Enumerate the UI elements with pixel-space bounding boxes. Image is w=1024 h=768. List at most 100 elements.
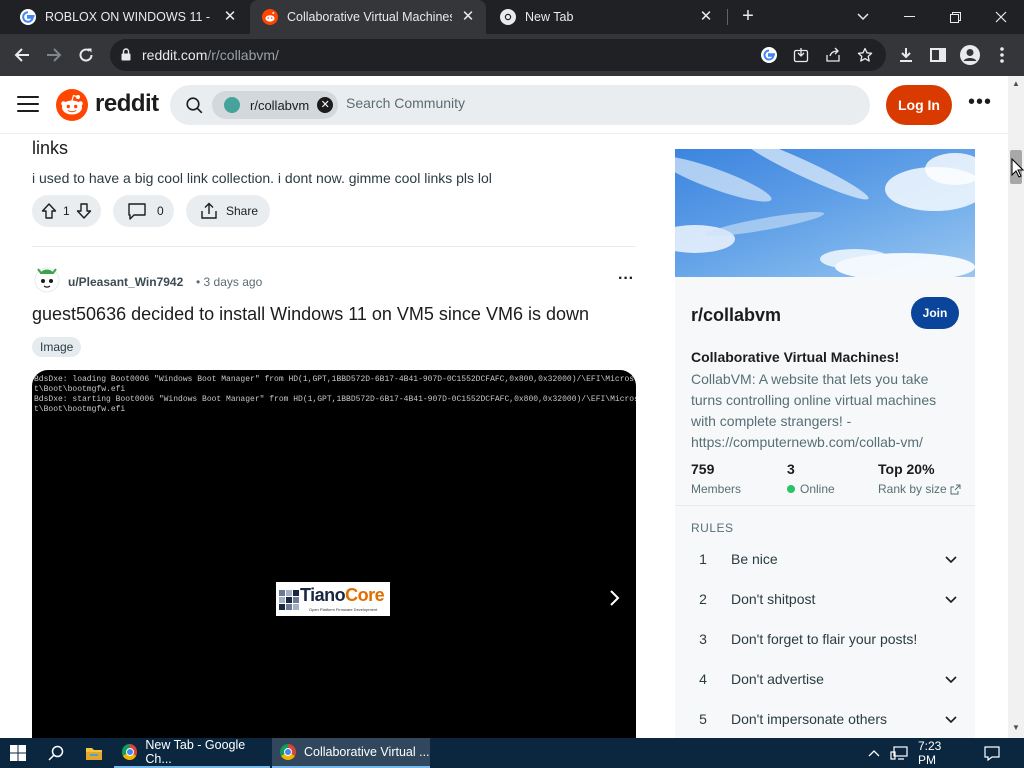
url-host: reddit.com (142, 47, 208, 63)
downvote-icon[interactable] (75, 202, 93, 220)
tab-close-icon[interactable]: ✕ (460, 9, 476, 25)
community-avatar-icon (224, 97, 240, 113)
chevron-down-icon (945, 716, 957, 724)
notification-center-icon[interactable] (980, 738, 1004, 768)
reddit-icon (262, 9, 278, 25)
forward-arrow-icon[interactable] (42, 43, 66, 67)
back-arrow-icon[interactable] (10, 43, 34, 67)
minimize-icon[interactable] (886, 0, 932, 34)
login-button[interactable]: Log In (886, 85, 952, 125)
search-icon (186, 97, 203, 114)
rule-item: 3 Don't forget to flair your posts! (691, 619, 959, 659)
rule-number: 1 (699, 551, 707, 567)
community-filter-chip[interactable]: r/collabvm ✕ (212, 91, 338, 119)
tray-chevron-up-icon[interactable] (864, 738, 884, 768)
profile-icon[interactable] (958, 43, 982, 67)
tab-new-tab[interactable]: New Tab ✕ (488, 0, 724, 34)
tab-roblox[interactable]: ROBLOX ON WINDOWS 11 - Goo ✕ (8, 0, 248, 34)
share-icon (201, 202, 217, 219)
tab-collabvm[interactable]: Collaborative Virtual Machines! ✕ (250, 0, 486, 34)
lock-icon (121, 48, 131, 61)
clear-chip-icon[interactable]: ✕ (317, 97, 334, 113)
comment-count: 0 (157, 204, 164, 218)
next-image-chevron-icon[interactable] (604, 586, 624, 610)
close-window-icon[interactable] (978, 0, 1024, 34)
stat-label-row[interactable]: Rank by size (878, 482, 961, 496)
mouse-cursor-icon (1011, 158, 1024, 178)
rule-number: 2 (699, 591, 707, 607)
address-bar[interactable]: reddit.com/r/collabvm/ (110, 39, 886, 71)
tab-title: ROBLOX ON WINDOWS 11 - Goo (45, 10, 214, 24)
windows-start-icon[interactable] (0, 738, 36, 768)
post-image[interactable]: BdsDxe: loading Boot0006 "Windows Boot M… (32, 370, 636, 738)
google-lens-icon[interactable] (761, 47, 777, 63)
header-more-icon[interactable]: ••• (965, 92, 995, 118)
vote-count: 1 (63, 204, 70, 218)
post-time: • 3 days ago (196, 275, 263, 289)
tianocore-word-b: Core (345, 585, 385, 605)
side-panel-icon[interactable] (926, 43, 950, 67)
boot-line: t\Boot\bootmgfw.efi (34, 405, 126, 414)
main-content: links i used to have a big cool link col… (0, 134, 1008, 738)
tab-close-icon[interactable]: ✕ (222, 9, 238, 25)
boot-log-text: BdsDxe: loading Boot0006 "Windows Boot M… (34, 375, 636, 415)
upvote-icon[interactable] (40, 202, 58, 220)
scroll-down-arrow-icon[interactable]: ▼ (1012, 724, 1020, 732)
tab-title: Collaborative Virtual Machines! (287, 10, 452, 24)
reddit-logo-icon[interactable] (56, 89, 88, 121)
user-avatar[interactable] (32, 264, 62, 294)
file-explorer-icon[interactable] (76, 738, 112, 768)
tab-search-chevron-icon[interactable] (840, 0, 886, 34)
tianocore-word-a: Tiano (300, 585, 346, 605)
reddit-header: reddit r/collabvm ✕ Log In ••• (0, 76, 1008, 134)
comments-button[interactable]: 0 (113, 195, 174, 227)
rule-item[interactable]: 4 Don't advertise (691, 659, 959, 699)
taskbar-app-new-tab[interactable]: New Tab - Google Ch... (114, 738, 270, 768)
share-page-icon[interactable] (825, 47, 841, 63)
post-options-icon[interactable]: ··· (612, 268, 640, 296)
search-input[interactable] (346, 95, 746, 111)
new-tab-plus-icon[interactable]: + (738, 6, 758, 27)
taskbar-clock[interactable]: 7:23 PM (918, 738, 962, 768)
reload-icon[interactable] (74, 43, 98, 67)
restore-icon[interactable] (932, 0, 978, 34)
tab-close-icon[interactable]: ✕ (698, 9, 714, 25)
join-button[interactable]: Join (911, 297, 959, 329)
rule-item[interactable]: 2 Don't shitpost (691, 579, 959, 619)
stat-value: Top 20% (878, 461, 935, 477)
post-author[interactable]: u/Pleasant_Win7942 (68, 275, 183, 289)
chrome-icon (280, 744, 296, 760)
post-title[interactable]: guest50636 decided to install Windows 11… (32, 304, 589, 325)
rule-item[interactable]: 1 Be nice (691, 539, 959, 579)
url-path: /r/collabvm/ (207, 47, 279, 63)
scroll-up-arrow-icon[interactable]: ▲ (1012, 80, 1020, 88)
external-link-icon (950, 484, 961, 494)
post-title[interactable]: links (32, 138, 68, 159)
search-bar[interactable]: r/collabvm ✕ (170, 85, 870, 125)
taskbar-app-collabvm[interactable]: Collaborative Virtual ... (272, 738, 430, 768)
rule-text: Be nice (731, 551, 778, 567)
chrome-icon (122, 744, 138, 760)
browser-tab-strip: ROBLOX ON WINDOWS 11 - Goo ✕ Collaborati… (0, 0, 1024, 34)
rule-item[interactable]: 5 Don't impersonate others (691, 699, 959, 738)
bookmark-star-icon[interactable] (857, 47, 873, 63)
tab-separator (727, 9, 728, 25)
taskbar-search-icon[interactable] (38, 738, 74, 768)
community-banner (675, 149, 975, 277)
stat-online: 3 Online (787, 461, 835, 496)
post-flair[interactable]: Image (32, 337, 82, 357)
hamburger-menu-icon[interactable] (17, 96, 39, 114)
install-app-icon[interactable] (793, 47, 809, 63)
community-name: r/collabvm (691, 305, 782, 325)
url-text: reddit.com/r/collabvm/ (142, 47, 279, 63)
network-icon[interactable] (888, 738, 910, 768)
taskbar-app-label: New Tab - Google Ch... (145, 738, 246, 766)
browser-menu-icon[interactable] (990, 43, 1014, 67)
sidebar-divider (675, 505, 975, 506)
tianocore-wordmark: TianoCore (300, 585, 385, 606)
downloads-icon[interactable] (894, 43, 918, 67)
tianocore-logo: TianoCore Open Platform Firmware Develop… (276, 582, 390, 616)
share-button[interactable]: Share (186, 195, 270, 227)
rule-text: Don't impersonate others (731, 711, 887, 727)
reddit-wordmark[interactable]: reddit (95, 90, 159, 118)
